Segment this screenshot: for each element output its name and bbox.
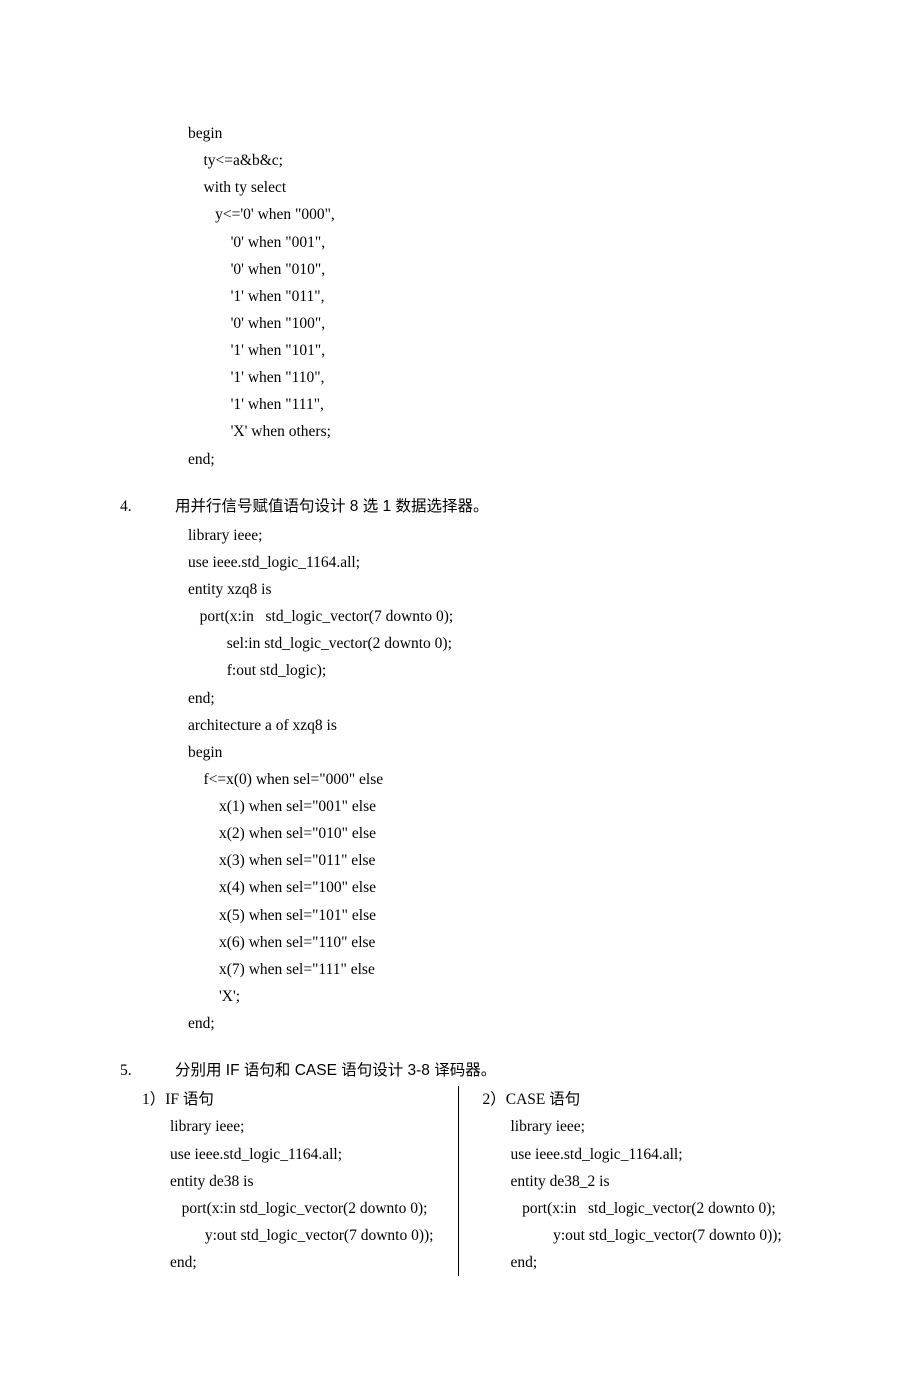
- section4-num: 4.: [145, 493, 175, 520]
- section5-right-code: library ieee; use ieee.std_logic_1164.al…: [471, 1113, 791, 1276]
- section4-code: library ieee; use ieee.std_logic_1164.al…: [130, 522, 790, 1037]
- section5-title: 分别用 IF 语句和 CASE 语句设计 3-8 译码器。: [175, 1062, 496, 1079]
- section3-code: begin ty<=a&b&c; with ty select y<='0' w…: [130, 120, 790, 473]
- section5-left-code: library ieee; use ieee.std_logic_1164.al…: [130, 1113, 450, 1276]
- section5-right-label: 2）CASE 语句: [471, 1086, 791, 1113]
- section5-left-label: 1）IF 语句: [130, 1086, 450, 1113]
- section5-heading: 5.分别用 IF 语句和 CASE 语句设计 3-8 译码器。: [155, 1057, 790, 1084]
- section4-heading: 4.用并行信号赋值语句设计 8 选 1 数据选择器。: [155, 493, 790, 520]
- section5-columns: 1）IF 语句 library ieee; use ieee.std_logic…: [130, 1086, 790, 1276]
- section5-left-column: 1）IF 语句 library ieee; use ieee.std_logic…: [130, 1086, 459, 1276]
- section4-title: 用并行信号赋值语句设计 8 选 1 数据选择器。: [175, 498, 488, 515]
- section5-right-column: 2）CASE 语句 library ieee; use ieee.std_log…: [459, 1086, 791, 1276]
- section5-num: 5.: [145, 1057, 175, 1084]
